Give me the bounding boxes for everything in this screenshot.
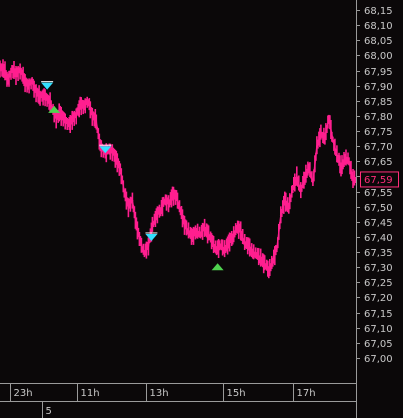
y-tick-label: 67,40 xyxy=(364,233,393,244)
y-tick-label: 68,00 xyxy=(364,51,393,62)
y-tick-label: 68,10 xyxy=(364,21,393,32)
y-tick-label: 67,20 xyxy=(364,293,393,304)
y-tick-label: 67,75 xyxy=(364,127,393,138)
y-tick-label: 67,25 xyxy=(364,278,393,289)
x-sub-label: 5 xyxy=(46,406,52,417)
y-tick-label: 67,05 xyxy=(364,339,393,350)
y-tick-label: 67,15 xyxy=(364,309,393,320)
y-tick-label: 67,50 xyxy=(364,203,393,214)
y-tick-label: 67,35 xyxy=(364,248,393,259)
y-tick-label: 67,45 xyxy=(364,218,393,229)
x-tick-label: 15h xyxy=(227,388,246,399)
y-tick-label: 67,55 xyxy=(364,188,393,199)
y-tick-label: 68,15 xyxy=(364,6,393,17)
y-tick-label: 67,85 xyxy=(364,97,393,108)
x-tick-label: 11h xyxy=(81,388,100,399)
y-tick-label: 67,70 xyxy=(364,142,393,153)
y-tick-label: 67,90 xyxy=(364,82,393,93)
y-tick-label: 67,95 xyxy=(364,67,393,78)
y-tick-label: 67,00 xyxy=(364,354,393,365)
current-price-tag: 67,59 xyxy=(360,171,399,188)
current-price-label: 67,59 xyxy=(364,175,393,186)
y-tick-label: 67,65 xyxy=(364,157,393,168)
y-tick-label: 67,30 xyxy=(364,263,393,274)
x-tick-label: 13h xyxy=(150,388,169,399)
x-tick-label: 17h xyxy=(297,388,316,399)
x-tick-label: 23h xyxy=(14,388,33,399)
y-tick-label: 67,10 xyxy=(364,324,393,335)
y-tick-label: 67,80 xyxy=(364,112,393,123)
chart-background xyxy=(0,0,403,418)
y-tick-label: 68,05 xyxy=(364,36,393,47)
price-chart[interactable]: 68,15 68,10 68,05 68,00 67,95 67,90 67,85 67,80… xyxy=(0,0,403,418)
